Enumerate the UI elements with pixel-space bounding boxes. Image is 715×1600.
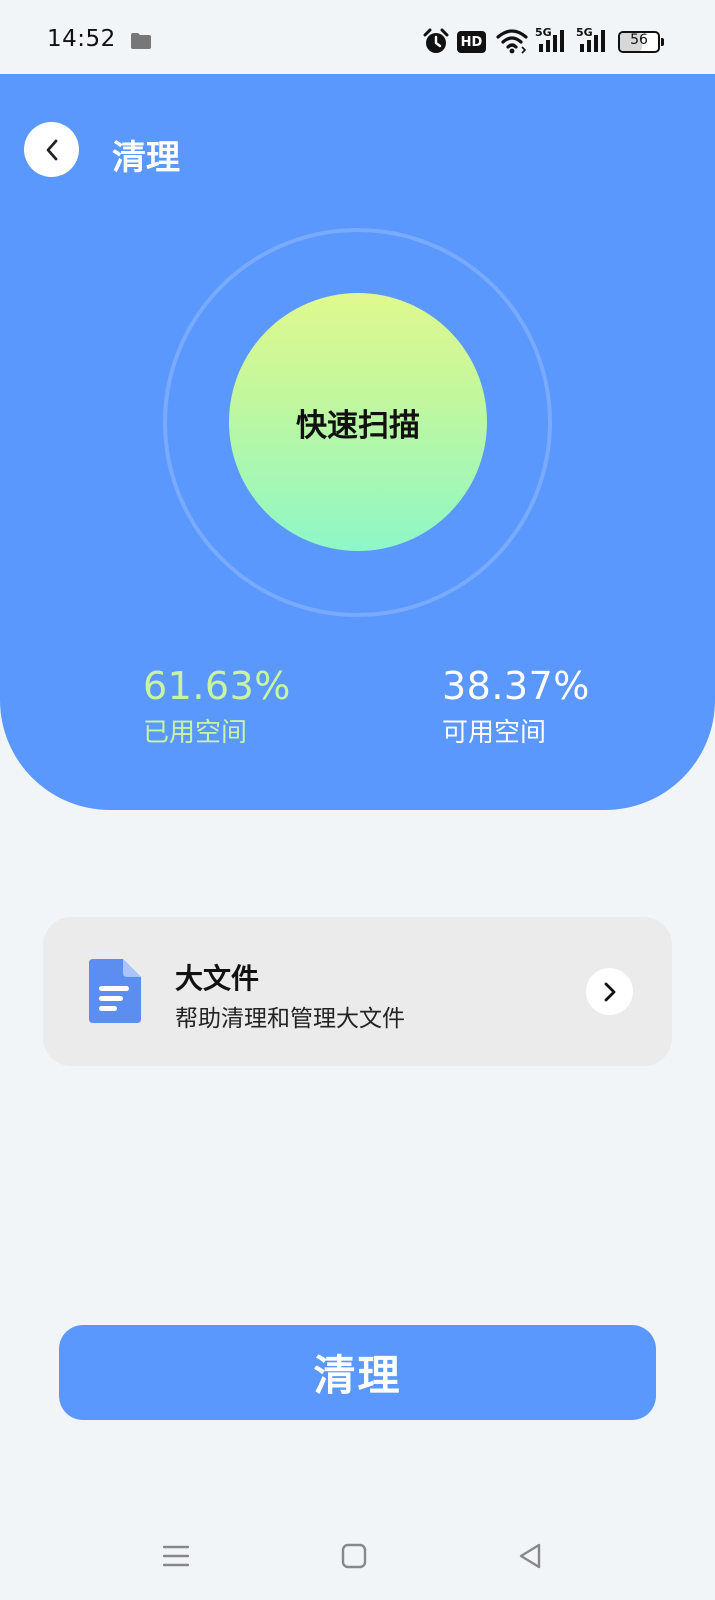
status-bar: 14:52 HD 5G 5G 56 <box>0 0 715 74</box>
free-space-value: 38.37% <box>442 664 590 708</box>
quick-scan-button[interactable]: 快速扫描 <box>229 293 487 551</box>
large-files-card[interactable]: 大文件 帮助清理和管理大文件 <box>43 917 672 1066</box>
document-icon <box>89 959 141 1027</box>
used-space-value: 61.63% <box>143 664 291 708</box>
clean-button[interactable]: 清理 <box>59 1325 656 1420</box>
large-files-title: 大文件 <box>175 962 260 995</box>
chevron-right-icon <box>604 982 615 1001</box>
back-button[interactable] <box>24 122 79 177</box>
menu-icon[interactable] <box>162 1542 190 1574</box>
quick-scan-label: 快速扫描 <box>296 407 420 444</box>
used-space-label: 已用空间 <box>143 718 248 748</box>
large-files-open-button[interactable] <box>586 968 633 1015</box>
clean-button-label: 清理 <box>313 1351 402 1400</box>
chevron-left-icon <box>46 139 57 160</box>
large-files-subtitle: 帮助清理和管理大文件 <box>175 1006 405 1032</box>
folder-icon <box>130 32 152 54</box>
signal-5g-icon: 5G <box>535 26 567 56</box>
alarm-icon <box>423 27 449 57</box>
free-space-stat: 38.37% 可用空间 <box>442 664 590 749</box>
signal-5g-icon: 5G <box>576 26 608 56</box>
hd-icon: HD <box>457 31 486 61</box>
status-time: 14:52 <box>47 26 116 52</box>
free-space-label: 可用空间 <box>442 718 547 748</box>
used-space-stat: 61.63% 已用空间 <box>143 664 291 749</box>
home-square-icon[interactable] <box>341 1542 367 1574</box>
wifi-icon <box>496 27 528 57</box>
page-title: 清理 <box>112 138 180 178</box>
back-triangle-icon[interactable] <box>517 1542 543 1574</box>
battery-icon: 56 <box>618 31 664 61</box>
system-nav-bar <box>0 1520 715 1600</box>
